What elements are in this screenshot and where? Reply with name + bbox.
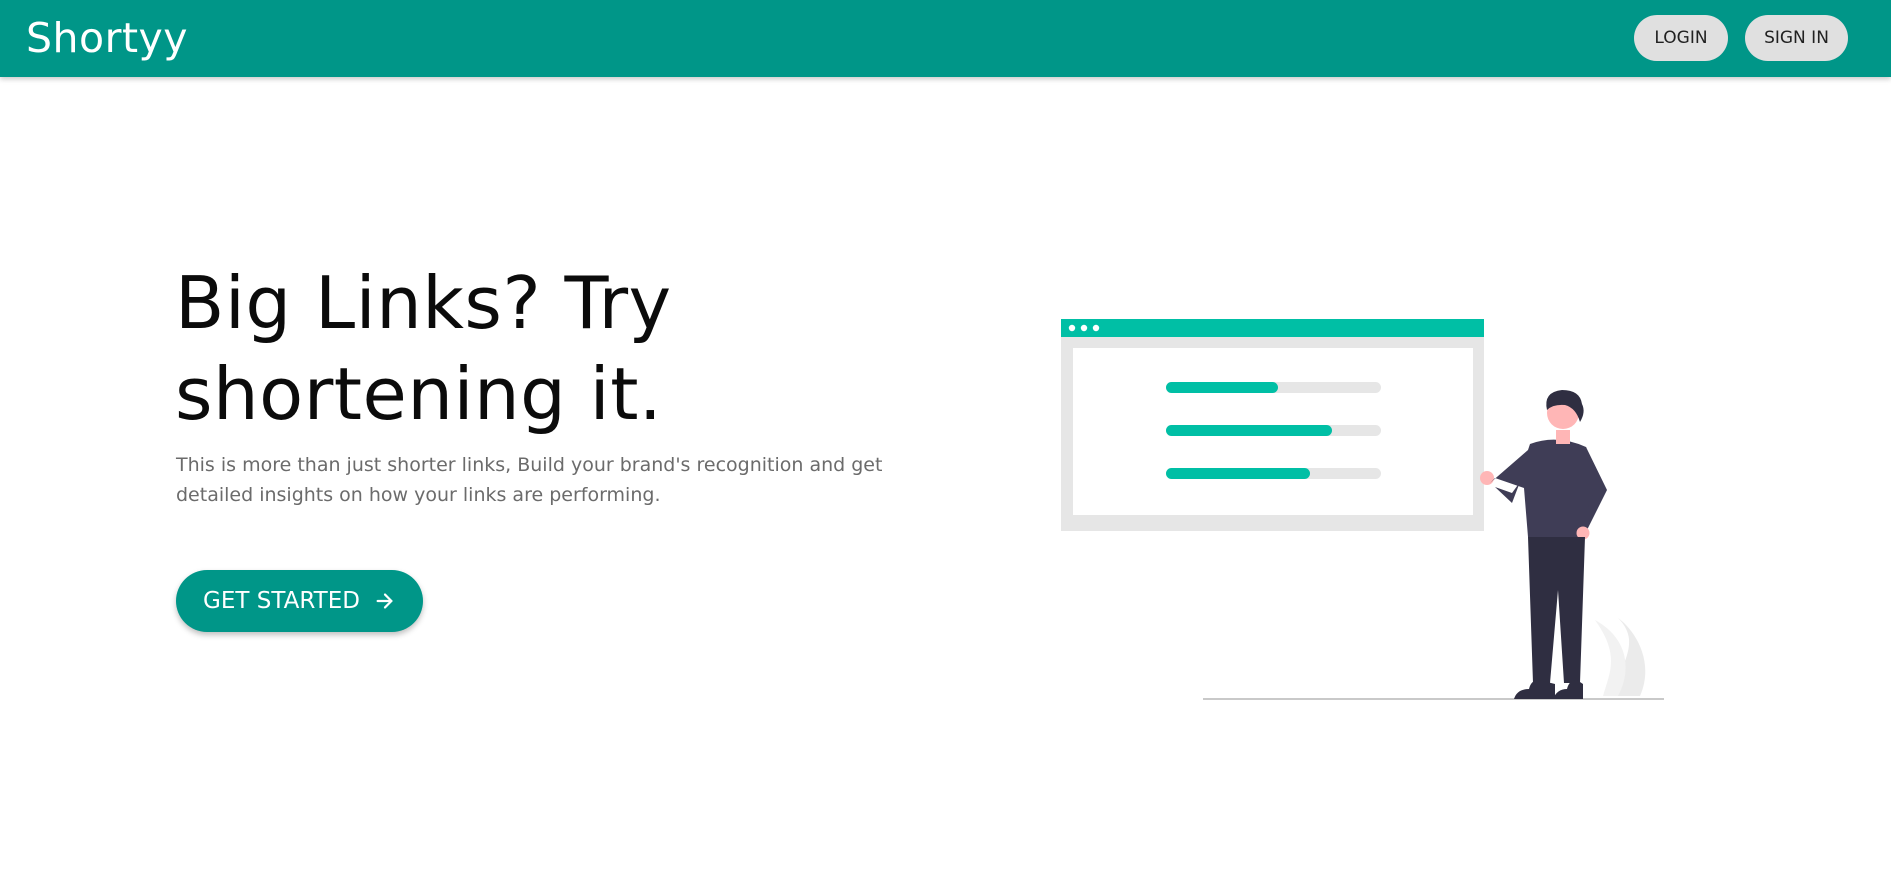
- hero-title: Big Links? Try shortening it.: [175, 261, 672, 436]
- browser-window-mockup: [1061, 319, 1484, 531]
- progress-fill: [1166, 382, 1278, 393]
- hero-description: This is more than just shorter links, Bu…: [176, 454, 883, 506]
- top-navbar: Shortyy LOGIN SIGN IN: [0, 0, 1891, 77]
- sign-in-button[interactable]: SIGN IN: [1745, 15, 1848, 61]
- person-figure: [1480, 390, 1607, 699]
- login-button[interactable]: LOGIN: [1634, 15, 1728, 61]
- get-started-label: GET STARTED: [203, 588, 360, 614]
- progress-fill: [1166, 425, 1332, 436]
- window-dot-icon: [1068, 324, 1076, 332]
- person-presenting-dashboard-illustration: [1061, 319, 1664, 700]
- progress-fill: [1166, 468, 1310, 479]
- get-started-button[interactable]: GET STARTED: [176, 570, 423, 632]
- brand-logo[interactable]: Shortyy: [26, 13, 188, 63]
- arrow-right-icon: [374, 590, 396, 612]
